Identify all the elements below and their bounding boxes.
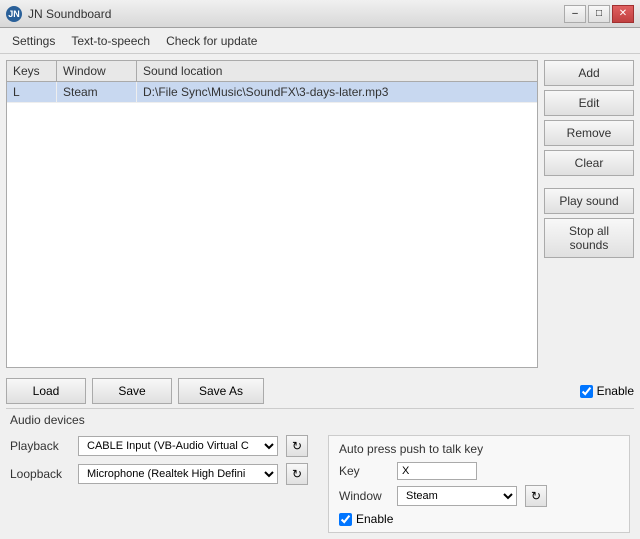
auto-enable-row: Enable bbox=[339, 512, 619, 526]
main-content: Keys Window Sound location L Steam D:\Fi… bbox=[0, 54, 640, 374]
audio-devices-left: Playback CABLE Input (VB-Audio Virtual C… bbox=[10, 435, 308, 533]
close-button[interactable]: ✕ bbox=[612, 5, 634, 23]
menu-bar: Settings Text-to-speech Check for update bbox=[0, 28, 640, 54]
auto-key-input[interactable] bbox=[397, 462, 477, 480]
row-sound-location: D:\File Sync\Music\SoundFX\3-days-later.… bbox=[137, 82, 537, 102]
enable-label: Enable bbox=[597, 384, 634, 398]
save-as-button[interactable]: Save As bbox=[178, 378, 264, 404]
action-buttons-panel: Add Edit Remove Clear Play sound Stop al… bbox=[544, 60, 634, 368]
col-header-sound-location: Sound location bbox=[137, 61, 537, 81]
bottom-buttons: Load Save Save As Enable bbox=[0, 374, 640, 408]
audio-devices-title: Audio devices bbox=[0, 409, 640, 429]
save-button[interactable]: Save bbox=[92, 378, 172, 404]
auto-enable-checkbox[interactable] bbox=[339, 513, 352, 526]
title-bar-controls: – □ ✕ bbox=[564, 5, 634, 23]
auto-window-label: Window bbox=[339, 489, 389, 503]
auto-key-label: Key bbox=[339, 464, 389, 478]
col-header-window: Window bbox=[57, 61, 137, 81]
menu-settings[interactable]: Settings bbox=[4, 32, 63, 50]
minimize-button[interactable]: – bbox=[564, 5, 586, 23]
table-header: Keys Window Sound location bbox=[7, 61, 537, 82]
playback-select[interactable]: CABLE Input (VB-Audio Virtual C bbox=[78, 436, 278, 456]
playback-label: Playback bbox=[10, 439, 70, 453]
auto-window-refresh-button[interactable]: ↻ bbox=[525, 485, 547, 507]
col-header-keys: Keys bbox=[7, 61, 57, 81]
maximize-button[interactable]: □ bbox=[588, 5, 610, 23]
playback-refresh-button[interactable]: ↻ bbox=[286, 435, 308, 457]
title-bar-left: JN JN Soundboard bbox=[6, 6, 111, 22]
row-window: Steam bbox=[57, 82, 137, 102]
play-sound-button[interactable]: Play sound bbox=[544, 188, 634, 214]
auto-enable-label: Enable bbox=[356, 512, 393, 526]
enable-checkbox[interactable] bbox=[580, 385, 593, 398]
loopback-label: Loopback bbox=[10, 467, 70, 481]
loopback-group: Loopback Microphone (Realtek High Defini… bbox=[10, 463, 308, 485]
menu-check-for-update[interactable]: Check for update bbox=[158, 32, 265, 50]
auto-press-section: Auto press push to talk key Key Window S… bbox=[328, 435, 630, 533]
title-bar: JN JN Soundboard – □ ✕ bbox=[0, 0, 640, 28]
auto-press-title: Auto press push to talk key bbox=[339, 442, 619, 456]
auto-window-row: Window Steam ↻ bbox=[339, 485, 619, 507]
menu-text-to-speech[interactable]: Text-to-speech bbox=[63, 32, 158, 50]
load-button[interactable]: Load bbox=[6, 378, 86, 404]
enable-section: Enable bbox=[580, 384, 634, 398]
stop-all-sounds-button[interactable]: Stop all sounds bbox=[544, 218, 634, 258]
loopback-refresh-button[interactable]: ↻ bbox=[286, 463, 308, 485]
playback-group: Playback CABLE Input (VB-Audio Virtual C… bbox=[10, 435, 308, 457]
row-key: L bbox=[7, 82, 57, 102]
sounds-table: Keys Window Sound location L Steam D:\Fi… bbox=[6, 60, 538, 368]
edit-button[interactable]: Edit bbox=[544, 90, 634, 116]
clear-button[interactable]: Clear bbox=[544, 150, 634, 176]
add-button[interactable]: Add bbox=[544, 60, 634, 86]
window-title: JN Soundboard bbox=[28, 7, 111, 21]
auto-key-row: Key bbox=[339, 462, 619, 480]
remove-button[interactable]: Remove bbox=[544, 120, 634, 146]
auto-window-select[interactable]: Steam bbox=[397, 486, 517, 506]
loopback-select[interactable]: Microphone (Realtek High Defini bbox=[78, 464, 278, 484]
audio-section: Playback CABLE Input (VB-Audio Virtual C… bbox=[0, 429, 640, 539]
table-row[interactable]: L Steam D:\File Sync\Music\SoundFX\3-day… bbox=[7, 82, 537, 103]
app-icon-text: JN bbox=[8, 9, 20, 19]
app-icon: JN bbox=[6, 6, 22, 22]
